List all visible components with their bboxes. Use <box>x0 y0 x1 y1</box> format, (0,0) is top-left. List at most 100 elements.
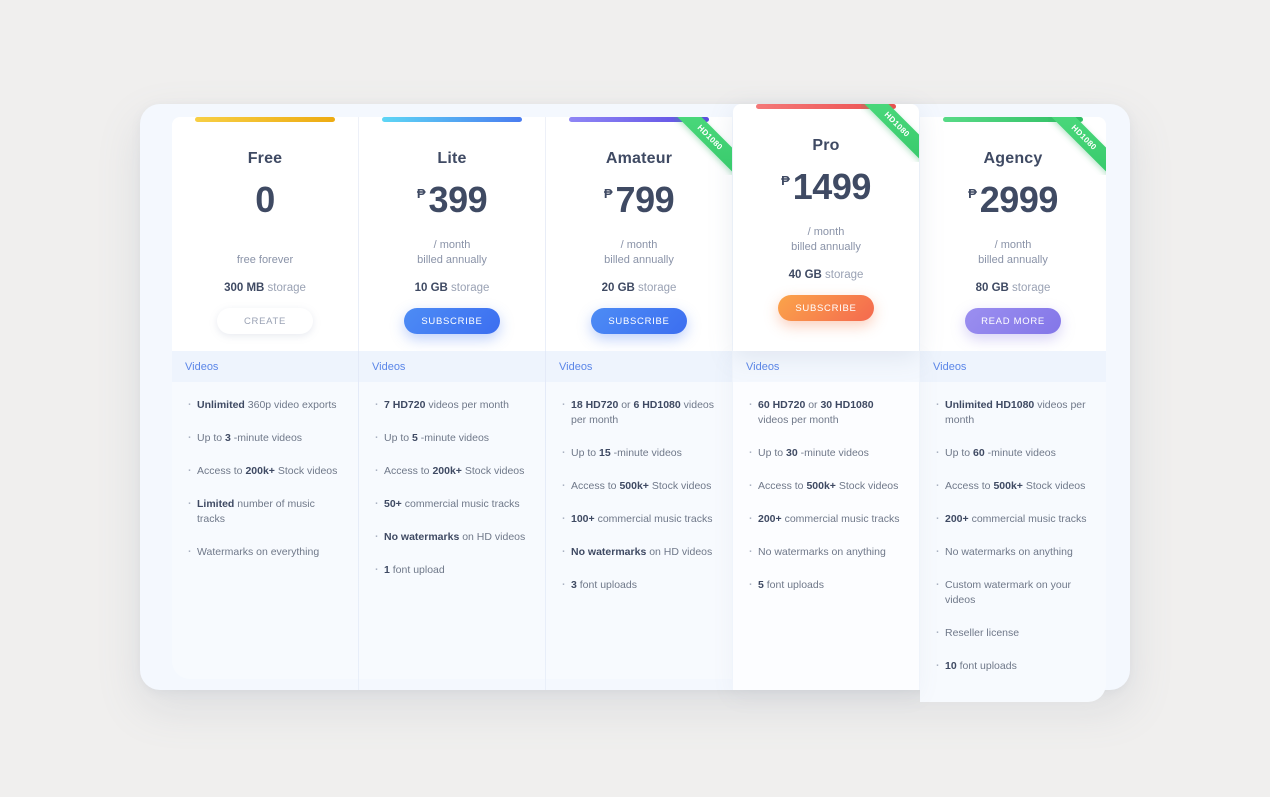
ribbon-label: HD1080 <box>861 104 919 162</box>
plan-card-amateur: HD1080 Amateur ₱ 799 / month billed annually 2… <box>546 117 732 351</box>
storage-info: 10 GB storage <box>414 282 490 294</box>
feature-item: 100+ commercial music tracks <box>560 510 718 527</box>
feature-emphasis: No watermarks <box>571 546 647 558</box>
storage-value: 40 GB <box>788 269 822 281</box>
billing-period: / month <box>433 239 471 251</box>
hd1080-ribbon: HD1080 <box>1048 117 1106 175</box>
plan-price: ₱ 1499 <box>781 169 871 205</box>
feature-item: No watermarks on anything <box>934 543 1092 560</box>
plan-name: Free <box>247 150 283 167</box>
feature-emphasis: 1 <box>384 564 390 576</box>
feature-item: Access to 500k+ Stock videos <box>560 477 718 494</box>
feature-emphasis: 60 <box>973 447 985 459</box>
feature-item: Up to 3 -minute videos <box>186 429 344 446</box>
billing-period: / month <box>620 239 658 251</box>
feature-emphasis: 50+ <box>384 498 402 510</box>
hd1080-ribbon: HD1080 <box>674 117 732 175</box>
feature-item: Up to 5 -minute videos <box>373 429 531 446</box>
feature-item: Unlimited HD1080 videos per month <box>934 396 1092 428</box>
plan-cta-button-amateur[interactable]: SUBSCRIBE <box>591 308 687 334</box>
feature-list: Unlimited 360p video exports Up to 3 -min… <box>172 382 358 588</box>
feature-emphasis: 6 HD1080 <box>633 399 681 411</box>
storage-info: 20 GB storage <box>601 282 677 294</box>
feature-item: 5 font uploads <box>747 576 905 593</box>
feature-item: 60 HD720 or 30 HD1080 videos per month <box>747 396 905 428</box>
feature-emphasis: Unlimited <box>197 399 245 411</box>
feature-emphasis: 30 <box>786 447 798 459</box>
billing-info: / month billed annually <box>604 238 674 268</box>
feature-item: Unlimited 360p video exports <box>186 396 344 413</box>
pricing-panel: Free 0 free forever 300 MB storage CREATE Lit… <box>140 104 1130 702</box>
feature-item: Watermarks on everything <box>186 543 344 560</box>
feature-column-amateur: Videos18 HD720 or 6 HD1080 videos per mo… <box>546 351 732 679</box>
storage-value: 300 MB <box>224 282 265 294</box>
plan-cta-button-pro[interactable]: SUBSCRIBE <box>778 295 874 321</box>
price-amount: 799 <box>615 179 675 220</box>
feature-section-header: Videos <box>733 351 919 382</box>
currency-symbol: ₱ <box>781 173 790 188</box>
feature-emphasis: Unlimited HD1080 <box>945 399 1035 411</box>
feature-emphasis: 500k+ <box>619 480 649 492</box>
plan-price: ₱ 799 <box>603 179 675 220</box>
feature-emphasis: 3 <box>571 579 577 591</box>
feature-emphasis: 200k+ <box>245 465 275 477</box>
feature-emphasis: 100+ <box>571 513 595 525</box>
plan-card-pro: HD1080 Pro ₱ 1499 / month billed annually 40 G… <box>733 104 919 351</box>
billing-cycle: billed annually <box>978 254 1048 266</box>
plan-name: Pro <box>812 137 840 154</box>
billing-info: / month billed annually <box>417 238 487 268</box>
plan-features-row: Videos Unlimited 360p video exports Up to … <box>172 351 1108 702</box>
price-amount: 399 <box>428 179 488 220</box>
plan-cta-button-lite[interactable]: SUBSCRIBE <box>404 308 500 334</box>
price-amount: 1499 <box>792 166 872 207</box>
billing-period: free forever <box>236 254 294 266</box>
feature-item: 200+ commercial music tracks <box>934 510 1092 527</box>
plan-cta-button-agency[interactable]: READ MORE <box>965 308 1061 334</box>
plan-accent-bar <box>943 117 1083 122</box>
feature-item: 50+ commercial music tracks <box>373 495 531 512</box>
ribbon-label: HD1080 <box>674 117 732 175</box>
plan-name: Agency <box>983 150 1043 167</box>
feature-item: Reseller license <box>934 624 1092 641</box>
feature-item: 10 font uploads <box>934 657 1092 674</box>
plan-price: 0 <box>255 182 275 218</box>
billing-cycle: billed annually <box>417 254 487 266</box>
storage-value: 20 GB <box>601 282 635 294</box>
feature-emphasis: 60 HD720 <box>758 399 806 411</box>
plan-accent-bar <box>569 117 709 122</box>
plan-card-free: Free 0 free forever 300 MB storage CREATE <box>172 117 358 351</box>
feature-column-pro: Videos 60 HD720 or 30 HD1080 videos per m… <box>733 351 919 690</box>
feature-item: Access to 500k+ Stock videos <box>934 477 1092 494</box>
feature-list: Unlimited HD1080 videos per month Up to 6… <box>920 382 1106 702</box>
feature-emphasis: 5 <box>412 432 418 444</box>
feature-item: Up to 15 -minute videos <box>560 444 718 461</box>
currency-symbol: ₱ <box>603 186 613 201</box>
price-amount: 2999 <box>979 179 1059 220</box>
feature-column-agency: VideosUnlimited HD1080 videos per monthU… <box>920 351 1106 702</box>
feature-emphasis: 15 <box>599 447 611 459</box>
storage-info: 80 GB storage <box>975 282 1051 294</box>
feature-emphasis: 10 <box>945 660 957 672</box>
feature-item: No watermarks on HD videos <box>560 543 718 560</box>
feature-item: Up to 30 -minute videos <box>747 444 905 461</box>
feature-item: Limited number of music tracks <box>186 495 344 527</box>
plan-cta-button-free[interactable]: CREATE <box>217 308 313 334</box>
plan-price: ₱ 399 <box>417 179 488 220</box>
feature-section-header: Videos <box>546 351 732 382</box>
storage-value: 80 GB <box>975 282 1009 294</box>
billing-info: / month billed annually <box>791 225 861 255</box>
feature-emphasis: No watermarks <box>384 531 460 543</box>
currency-symbol: ₱ <box>968 186 977 201</box>
feature-item: 3 font uploads <box>560 576 718 593</box>
billing-period: / month <box>994 239 1032 251</box>
billing-cycle: billed annually <box>791 241 861 253</box>
feature-emphasis: Limited <box>197 498 235 510</box>
feature-item: Custom watermark on your videos <box>934 576 1092 608</box>
feature-column-free: Videos Unlimited 360p video exports Up to … <box>172 351 358 679</box>
feature-emphasis: 7 HD720 <box>384 399 426 411</box>
feature-item: 7 HD720 videos per month <box>373 396 531 413</box>
feature-list: 7 HD720 videos per month Up to 5 -minute … <box>359 382 545 606</box>
feature-item: 1 font upload <box>373 561 531 578</box>
plan-card-agency: HD1080 Agency ₱ 2999 / month billed annually 8… <box>920 117 1106 351</box>
plan-name: Amateur <box>605 150 673 167</box>
